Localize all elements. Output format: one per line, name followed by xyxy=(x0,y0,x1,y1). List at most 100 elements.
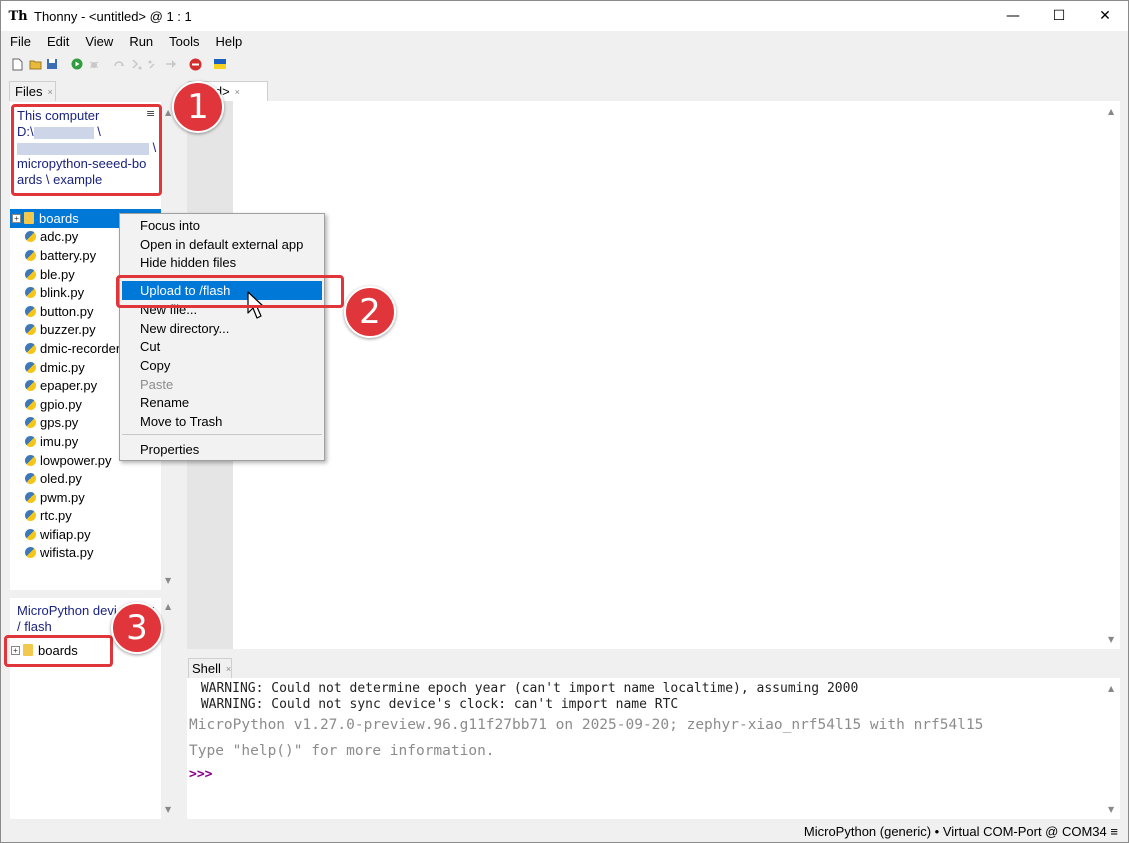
scroll-up-icon[interactable]: ▲ xyxy=(1108,684,1114,693)
ctx-cut[interactable]: Cut xyxy=(120,337,324,356)
menu-tools[interactable]: Tools xyxy=(160,34,206,49)
scroll-up-icon[interactable]: ▲ xyxy=(165,108,171,117)
tab-files[interactable]: Files × xyxy=(9,81,56,101)
thonny-logo-icon: Th xyxy=(8,8,28,24)
ukraine-flag-icon[interactable] xyxy=(213,57,227,71)
shell-banner: MicroPython v1.27.0-preview.96.g11f27bb7… xyxy=(189,717,984,733)
menu-run[interactable]: Run xyxy=(120,34,160,49)
resume-icon[interactable] xyxy=(163,57,177,71)
python-file-icon xyxy=(25,361,36,373)
tree-item-label: rtc.py xyxy=(40,508,72,524)
scroll-up-icon[interactable]: ▲ xyxy=(165,602,171,611)
window-title: Thonny - <untitled> @ 1 : 1 xyxy=(34,8,192,24)
code-editor[interactable] xyxy=(187,101,1120,649)
scroll-down-icon[interactable]: ▼ xyxy=(165,576,171,585)
tree-file-oled-py[interactable]: oled.py xyxy=(10,469,161,488)
menu-view[interactable]: View xyxy=(76,34,120,49)
menu-edit[interactable]: Edit xyxy=(38,34,76,49)
debug-icon[interactable] xyxy=(87,57,101,71)
python-file-icon xyxy=(25,342,36,354)
tree-file-pwm-py[interactable]: pwm.py xyxy=(10,488,161,507)
python-file-icon xyxy=(25,547,36,559)
scroll-down-icon[interactable]: ▼ xyxy=(1108,805,1114,814)
status-menu-icon[interactable]: ≡ xyxy=(1110,824,1118,839)
python-file-icon xyxy=(25,231,36,243)
python-file-icon xyxy=(25,435,36,447)
minimize-button[interactable]: — xyxy=(990,1,1036,31)
device-files-scrollbar[interactable]: ▲ ▼ xyxy=(162,598,176,819)
python-file-icon xyxy=(25,510,36,522)
device-path-flash[interactable]: / flash xyxy=(17,619,117,635)
tab-shell[interactable]: Shell × xyxy=(188,658,232,678)
ctx-new-directory[interactable]: New directory... xyxy=(120,319,324,338)
ctx-move-to-trash[interactable]: Move to Trash xyxy=(120,412,324,431)
tree-file-wifista-py[interactable]: wifista.py xyxy=(10,544,161,563)
tree-file-wifiap-py[interactable]: wifiap.py xyxy=(10,525,161,544)
tree-item-label: wifista.py xyxy=(40,545,94,561)
editor-scrollbar[interactable]: ▲ ▼ xyxy=(1105,101,1119,649)
tree-item-label: ble.py xyxy=(40,266,75,282)
save-icon[interactable] xyxy=(45,57,59,71)
ctx-hide-hidden[interactable]: Hide hidden files xyxy=(120,253,324,272)
tree-item-label: dmic-recorder xyxy=(40,340,121,356)
close-icon[interactable]: × xyxy=(235,87,240,97)
ctx-properties[interactable]: Properties xyxy=(120,440,324,459)
ctx-rename[interactable]: Rename xyxy=(120,393,324,412)
open-folder-icon[interactable] xyxy=(28,57,42,71)
tree-item-label: button.py xyxy=(40,303,94,319)
scroll-down-icon[interactable]: ▼ xyxy=(165,805,171,814)
context-menu: Focus into Open in default external app … xyxy=(119,213,325,461)
tree-item-label: wifiap.py xyxy=(40,526,91,542)
close-icon[interactable]: × xyxy=(226,664,231,674)
tree-item-label: gps.py xyxy=(40,415,79,431)
ctx-focus-into[interactable]: Focus into xyxy=(120,216,324,235)
tree-item-label: lowpower.py xyxy=(40,452,112,468)
menu-file[interactable]: File xyxy=(1,34,38,49)
tree-item-label: adc.py xyxy=(40,229,79,245)
toolbar xyxy=(1,53,1128,75)
shell-warning-1: WARNING: Could not determine epoch year … xyxy=(193,681,859,696)
device-title[interactable]: MicroPython devi xyxy=(17,603,117,619)
interpreter-status[interactable]: MicroPython (generic) • Virtual COM-Port… xyxy=(804,824,1107,839)
status-bar: MicroPython (generic) • Virtual COM-Port… xyxy=(1,822,1128,842)
menu-help[interactable]: Help xyxy=(207,34,250,49)
stop-icon[interactable] xyxy=(188,57,202,71)
python-file-icon xyxy=(25,380,36,392)
python-file-icon xyxy=(25,398,36,410)
shell-warning-2: WARNING: Could not sync device's clock: … xyxy=(193,697,679,712)
folder-icon xyxy=(24,212,34,225)
close-button[interactable]: ✕ xyxy=(1082,1,1128,31)
scroll-up-icon[interactable]: ▲ xyxy=(1108,107,1114,116)
python-file-icon xyxy=(25,473,36,485)
tree-item-label: oled.py xyxy=(40,471,82,487)
close-icon[interactable]: × xyxy=(47,87,52,97)
tree-item-label: epaper.py xyxy=(40,378,98,394)
new-file-icon[interactable] xyxy=(11,57,25,71)
annotation-box-1 xyxy=(11,104,162,196)
ctx-copy[interactable]: Copy xyxy=(120,356,324,375)
expand-icon[interactable]: + xyxy=(12,213,21,223)
run-icon[interactable] xyxy=(70,57,84,71)
shell-scrollbar[interactable]: ▲ ▼ xyxy=(1105,678,1119,819)
python-file-icon xyxy=(25,417,36,429)
tree-file-rtc-py[interactable]: rtc.py xyxy=(10,507,161,526)
step-into-icon[interactable] xyxy=(129,57,143,71)
tree-item-label: blink.py xyxy=(40,285,85,301)
python-file-icon xyxy=(25,454,36,466)
python-file-icon xyxy=(25,305,36,317)
shell-console[interactable]: WARNING: Could not determine epoch year … xyxy=(187,678,1120,819)
ctx-open-external[interactable]: Open in default external app xyxy=(120,235,324,254)
tab-shell-label: Shell xyxy=(192,661,221,676)
maximize-button[interactable]: ☐ xyxy=(1036,1,1082,31)
python-file-icon xyxy=(25,249,36,261)
step-over-icon[interactable] xyxy=(112,57,126,71)
annotation-badge-2: 2 xyxy=(344,286,396,338)
window-controls: — ☐ ✕ xyxy=(990,1,1128,31)
tab-files-label: Files xyxy=(15,84,43,99)
shell-help-hint: Type "help()" for more information. xyxy=(189,743,495,759)
scroll-down-icon[interactable]: ▼ xyxy=(1108,635,1114,644)
menu-bar: File Edit View Run Tools Help xyxy=(1,31,1128,51)
shell-prompt[interactable]: >>> xyxy=(189,767,212,782)
step-out-icon[interactable] xyxy=(146,57,160,71)
tree-item-label: imu.py xyxy=(40,433,79,449)
